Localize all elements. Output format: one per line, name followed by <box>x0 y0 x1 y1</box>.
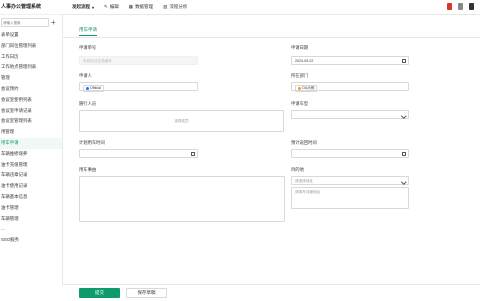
table-icon: ▦ <box>128 4 134 9</box>
destination-select[interactable]: 请选择地址 <box>291 176 409 185</box>
sidebar-item[interactable]: 会议预约 <box>0 84 62 95</box>
department-icon <box>298 86 301 90</box>
car-type-label: 申请车型 <box>291 101 309 106</box>
sidebar-item[interactable]: 用管理 <box>0 127 62 138</box>
process-analysis-label: 流程分析 <box>169 4 188 9</box>
topbar-right-icons <box>447 3 474 10</box>
destination-label: 目的地 <box>291 167 304 172</box>
sidebar-search: + <box>0 15 62 30</box>
reason-label: 用车事由 <box>79 167 97 172</box>
applicant-field[interactable]: Official <box>79 82 198 92</box>
chevron-down-icon: ▾ <box>92 4 95 10</box>
apply-date-value: 2024-09-22 <box>295 59 314 63</box>
applicant-value: Official <box>90 85 101 90</box>
edit-label: 编辑 <box>109 4 119 9</box>
start-process-label: 发起流程 <box>72 4 90 9</box>
department-tag: OA示例 <box>295 84 318 92</box>
sidebar-list: 表单设置 部门岗位管理列表 工作日历 工作地点管理列表 管理 会议预约 会议室使… <box>0 30 62 246</box>
sidebar-item[interactable]: 工作地点管理列表 <box>0 62 62 73</box>
planned-time-label: 计划用车时间 <box>79 140 105 145</box>
app-dark-icon[interactable] <box>469 3 474 10</box>
chevron-down-icon <box>400 178 406 184</box>
form-footer: 提交 保存草稿 <box>62 284 480 301</box>
sidebar-item[interactable]: 会议室管理列表 <box>0 116 62 127</box>
edit-icon: ✎ <box>104 4 108 9</box>
edit-button[interactable]: ✎ 编辑 <box>104 4 119 10</box>
calendar-icon <box>402 58 406 63</box>
app-grey-icon[interactable] <box>458 3 463 10</box>
calendar-icon <box>402 151 406 156</box>
car-type-select[interactable] <box>291 110 409 119</box>
department-field[interactable]: OA示例 <box>291 82 409 92</box>
data-management-label: 数据管理 <box>135 4 154 9</box>
sidebar-item[interactable]: SSO服务 <box>0 235 62 246</box>
sidebar-item[interactable]: 车辆管理 <box>0 214 62 225</box>
applicant-no-placeholder: 系统自动生成编号 <box>83 59 112 63</box>
planned-time-field[interactable] <box>79 149 198 158</box>
app-red-icon[interactable] <box>447 3 452 10</box>
calendar-icon <box>191 151 195 156</box>
sidebar-item[interactable]: 会议室使用列表 <box>0 95 62 106</box>
add-icon[interactable]: + <box>51 18 56 27</box>
sidebar-search-input[interactable] <box>1 18 49 27</box>
sidebar-item[interactable]: 车辆违章记录 <box>0 170 62 181</box>
applicant-label: 申请人 <box>79 73 92 78</box>
apply-date-label: 申请日期 <box>291 45 309 50</box>
top-toolbar: 发起流程 ▾ ✎ 编辑 ▦ 数据管理 ▥ 流程分析 <box>62 0 480 15</box>
tab-vehicle-request[interactable]: 用车申请 <box>79 27 97 36</box>
chart-icon: ▥ <box>163 4 168 9</box>
department-value: OA示例 <box>302 85 315 90</box>
sidebar-item[interactable]: 油卡管理 <box>0 203 62 214</box>
destination-detail-placeholder: 请填写详细地址 <box>295 190 321 194</box>
data-management-button[interactable]: ▦ 数据管理 <box>129 4 153 10</box>
save-draft-button[interactable]: 保存草稿 <box>126 288 167 298</box>
applicant-no-field: 系统自动生成编号 <box>79 56 198 65</box>
sidebar-item-active[interactable]: 用车申请 <box>0 137 62 149</box>
process-analysis-button[interactable]: ▥ 流程分析 <box>163 4 187 10</box>
sidebar: 人事办公管理系统 + 表单设置 部门岗位管理列表 工作日历 工作地点管理列表 管… <box>0 0 63 300</box>
companions-label: 随行人员 <box>79 101 97 106</box>
sidebar-item[interactable]: 油卡充值管理 <box>0 160 62 171</box>
reason-textarea[interactable] <box>79 176 285 222</box>
department-label: 所在部门 <box>291 73 309 78</box>
sidebar-item[interactable]: 车辆基本信息 <box>0 192 62 203</box>
destination-select-placeholder: 请选择地址 <box>295 179 313 183</box>
companions-field[interactable]: 选择成员 <box>79 110 284 132</box>
sidebar-item[interactable]: 会议室申请记录 <box>0 106 62 117</box>
sidebar-item[interactable]: 管理 <box>0 73 62 84</box>
app-title: 人事办公管理系统 <box>0 0 62 15</box>
sidebar-item[interactable]: 工作日历 <box>0 52 62 63</box>
sidebar-item[interactable]: 车辆维修保养 <box>0 149 62 160</box>
apply-date-field[interactable]: 2024-09-22 <box>291 56 409 65</box>
sidebar-item[interactable]: ... <box>0 224 62 235</box>
return-time-field[interactable] <box>291 149 409 158</box>
sidebar-item[interactable]: 部门岗位管理列表 <box>0 41 62 52</box>
return-time-label: 预计返回时间 <box>291 140 317 145</box>
sidebar-item[interactable]: 油卡使用记录 <box>0 181 62 192</box>
applicant-no-label: 申请单号 <box>79 45 97 50</box>
destination-detail-textarea[interactable]: 请填写详细地址 <box>291 187 409 209</box>
chevron-down-icon <box>400 112 406 118</box>
submit-button[interactable]: 提交 <box>79 288 120 298</box>
tab-bar: 用车申请 <box>62 15 480 38</box>
sidebar-item[interactable]: 表单设置 <box>0 30 62 41</box>
applicant-tag: Official <box>83 84 104 92</box>
start-process-menu[interactable]: 发起流程 ▾ <box>72 4 94 10</box>
user-avatar-icon <box>86 86 89 90</box>
companions-placeholder: 选择成员 <box>174 119 189 123</box>
